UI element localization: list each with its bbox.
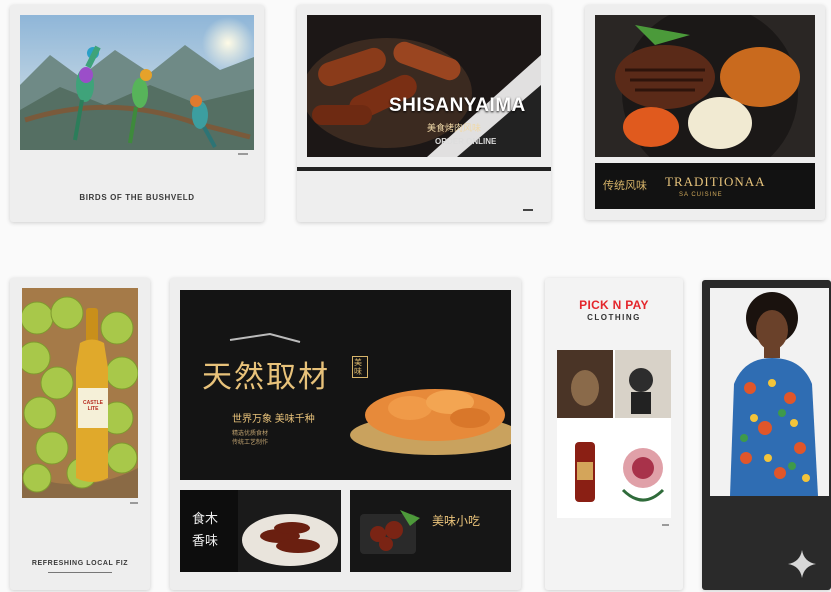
steak-title: TRADITIONAA: [665, 174, 766, 189]
snack-headline: 天然取材: [202, 361, 330, 394]
pnp-brand: PICK N PAY: [579, 298, 649, 312]
display-steak[interactable]: 传统风味 TRADITIONAA SA CUISINE: [585, 5, 825, 220]
birds-logo-mark: [238, 153, 248, 155]
display-portrait[interactable]: [702, 280, 831, 590]
beer-caption-underline: [48, 572, 112, 573]
snack-line-1: 世界万象 美味千种: [232, 414, 315, 425]
snack-line-2: 精选优质食材: [232, 431, 269, 437]
snack-tile-2: 美味小吃: [350, 490, 511, 572]
snack-tile-2-text: 美味小吃: [432, 514, 481, 528]
grill-brand: SHISANYAIMA: [389, 95, 526, 116]
pnp-product-grid: [557, 350, 671, 518]
sparkle-icon[interactable]: [786, 548, 818, 580]
display-snack[interactable]: 天然取材 美味 世界万象 美味千种 精选优质食材 传统工艺制作 食木 香味 美味…: [170, 278, 521, 590]
beer-screen-image: CASTLE LITE: [22, 288, 138, 498]
pnp-sub: CLOTHING: [587, 313, 641, 322]
snack-main-screen: 天然取材 美味 世界万象 美味千种 精选优质食材 传统工艺制作: [180, 290, 511, 480]
steak: [615, 45, 715, 109]
grill-subtitle: 美食烤肉风味: [427, 123, 482, 133]
grill-tagline: ORDER ONLINE: [435, 137, 497, 146]
birds-caption: BIRDS OF THE BUSHVELD: [79, 193, 195, 202]
protea-flower: [623, 448, 663, 488]
beer-logo-mark: [130, 502, 138, 504]
grill-screen-image: SHISANYAIMA 美食烤肉风味 ORDER ONLINE: [307, 15, 541, 157]
display-grill[interactable]: SHISANYAIMA 美食烤肉风味 ORDER ONLINE: [297, 5, 551, 222]
grill-logo-mark: [523, 209, 533, 211]
birds-screen-image: [20, 15, 254, 150]
snack-tile-1-text: 食木 香味: [192, 511, 219, 548]
steak-screen-image: [595, 15, 815, 157]
snack-line-3: 传统工艺制作: [232, 440, 269, 446]
snack-seal: 美味: [352, 356, 368, 378]
grill-bezel-bar: [297, 167, 551, 171]
display-pnp[interactable]: PICK N PAY CLOTHING: [545, 278, 683, 590]
steak-banner: 传统风味 TRADITIONAA SA CUISINE: [595, 163, 815, 209]
pasta: [720, 47, 800, 107]
display-birds[interactable]: BIRDS OF THE BUSHVELD: [10, 5, 264, 222]
display-beer[interactable]: CASTLE LITE REFRESHING LOCAL FIZ: [10, 278, 150, 590]
rice: [688, 97, 752, 149]
dried-fruit-pile: [365, 389, 505, 441]
steak-subtitle: SA CUISINE: [679, 192, 723, 198]
portrait-screen-image: [710, 288, 829, 496]
snack-tile-1: 食木 香味: [180, 490, 341, 572]
beer-caption: REFRESHING LOCAL FIZ: [31, 560, 129, 567]
pnp-logo-mark: [662, 524, 669, 526]
beer-bottle-label: CASTLE LITE: [83, 400, 103, 412]
steak-left-label: 传统风味: [603, 180, 647, 192]
stew: [623, 107, 679, 147]
